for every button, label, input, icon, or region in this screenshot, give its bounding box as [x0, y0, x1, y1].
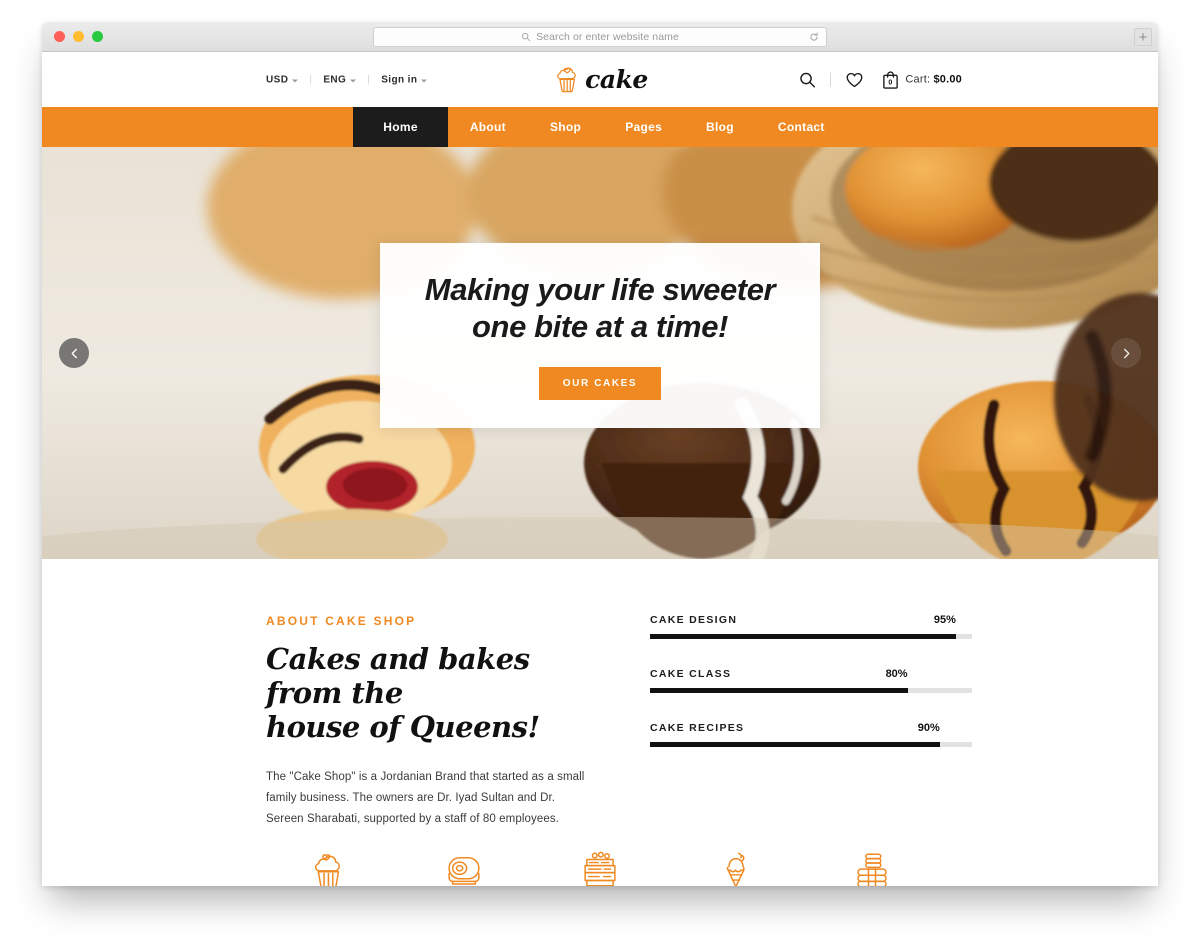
- window-controls[interactable]: [54, 31, 103, 42]
- hero-carousel: Making your life sweeter one bite at a t…: [42, 147, 1158, 559]
- nav-item-contact[interactable]: Contact: [756, 107, 847, 147]
- skill-percent: 90%: [917, 722, 940, 734]
- sign-in-menu[interactable]: Sign in: [381, 74, 428, 85]
- skill-label: CAKE DESIGN: [650, 614, 738, 626]
- cart-total-label: Cart: $0.00: [905, 74, 962, 86]
- cart-button[interactable]: 0 Cart: $0.00: [882, 70, 962, 89]
- chevron-left-icon: [71, 348, 77, 358]
- utility-separator-2: |: [367, 74, 371, 85]
- language-label: ENG: [323, 74, 347, 85]
- hero-caption-card: Making your life sweeter one bite at a t…: [380, 243, 820, 428]
- skill-fill: [650, 634, 956, 639]
- skill-fill: [650, 688, 908, 693]
- reload-icon[interactable]: [809, 32, 819, 42]
- header-actions: 0 Cart: $0.00: [799, 70, 962, 89]
- macaron-stack-icon[interactable]: [851, 849, 893, 886]
- skill-cake-recipes: CAKE RECIPES 90%: [650, 722, 972, 747]
- brand-wordmark: cake: [585, 65, 648, 94]
- category-icon-strip: [42, 841, 1158, 886]
- skill-percent: 95%: [933, 614, 956, 626]
- about-heading-line-1: Cakes and bakes from the: [266, 642, 530, 711]
- wishlist-button[interactable]: [845, 70, 864, 89]
- chevron-down-icon: [350, 79, 357, 82]
- brand-logo[interactable]: cake: [552, 65, 648, 95]
- chevron-down-icon: [421, 79, 428, 82]
- hero-title-line-1: Making your life sweeter: [424, 271, 776, 307]
- nav-item-home[interactable]: Home: [353, 107, 448, 147]
- about-heading: Cakes and bakes from the house of Queens…: [266, 642, 596, 745]
- site-header: USD | ENG | Sign in cake 0 Cart: $0.00: [42, 52, 1158, 107]
- main-nav: Home About Shop Pages Blog Contact: [42, 107, 1158, 147]
- about-heading-line-2: house of Queens!: [266, 710, 540, 745]
- close-window-button[interactable]: [54, 31, 65, 42]
- carousel-next-button[interactable]: [1111, 338, 1141, 368]
- nav-item-shop[interactable]: Shop: [528, 107, 603, 147]
- skills-column: CAKE DESIGN 95% CAKE CLASS 80% CAKE RECI…: [650, 614, 972, 776]
- currency-label: USD: [266, 74, 289, 85]
- currency-selector[interactable]: USD: [266, 74, 299, 85]
- skill-label: CAKE CLASS: [650, 668, 732, 680]
- about-eyebrow: ABOUT CAKE SHOP: [266, 614, 417, 628]
- skill-percent: 80%: [885, 668, 908, 680]
- header-divider: [830, 72, 832, 87]
- skill-label: CAKE RECIPES: [650, 722, 745, 734]
- skill-track: [650, 634, 972, 639]
- search-button[interactable]: [799, 71, 816, 88]
- search-icon: [800, 72, 816, 88]
- nav-item-about[interactable]: About: [448, 107, 528, 147]
- sign-in-label: Sign in: [381, 74, 418, 85]
- cake-roll-icon[interactable]: [443, 849, 485, 886]
- cart-prefix: Cart:: [905, 73, 934, 86]
- browser-window: Search or enter website name + USD | ENG…: [42, 22, 1158, 886]
- cart-count-badge: 0: [888, 79, 893, 86]
- cupcake-icon: [557, 67, 576, 92]
- nav-item-pages[interactable]: Pages: [603, 107, 684, 147]
- hero-title-line-2: one bite at a time!: [472, 309, 728, 344]
- skill-fill: [650, 742, 940, 747]
- maximize-window-button[interactable]: [92, 31, 103, 42]
- browser-titlebar: Search or enter website name +: [42, 22, 1158, 52]
- chevron-down-icon: [292, 79, 299, 82]
- chevron-right-icon: [1123, 348, 1129, 358]
- nav-item-blog[interactable]: Blog: [684, 107, 756, 147]
- skill-cake-class: CAKE CLASS 80%: [650, 668, 972, 693]
- about-body-text: The "Cake Shop" is a Jordanian Brand tha…: [266, 770, 585, 826]
- carousel-prev-button[interactable]: [59, 338, 89, 368]
- address-bar-input[interactable]: Search or enter website name: [536, 31, 679, 43]
- skill-cake-design: CAKE DESIGN 95%: [650, 614, 972, 639]
- language-selector[interactable]: ENG: [323, 74, 357, 85]
- skill-track: [650, 688, 972, 693]
- hero-title: Making your life sweeter one bite at a t…: [424, 271, 776, 345]
- utility-separator-1: |: [309, 74, 313, 85]
- about-section: ABOUT CAKE SHOP Cakes and bakes from the…: [42, 559, 1158, 886]
- heart-icon: [846, 72, 863, 87]
- search-icon: [521, 32, 531, 42]
- skill-track: [650, 742, 972, 747]
- ice-cream-cone-icon[interactable]: [715, 849, 757, 886]
- cart-total: $0.00: [933, 73, 962, 86]
- about-text-column: ABOUT CAKE SHOP Cakes and bakes from the…: [266, 614, 596, 830]
- new-tab-button[interactable]: +: [1134, 28, 1152, 46]
- layer-cake-icon[interactable]: [579, 849, 621, 886]
- minimize-window-button[interactable]: [73, 31, 84, 42]
- address-bar[interactable]: Search or enter website name: [373, 27, 827, 47]
- utility-nav: USD | ENG | Sign in: [266, 74, 428, 85]
- cupcake-icon[interactable]: [307, 849, 349, 886]
- our-cakes-button[interactable]: OUR CAKES: [538, 367, 662, 401]
